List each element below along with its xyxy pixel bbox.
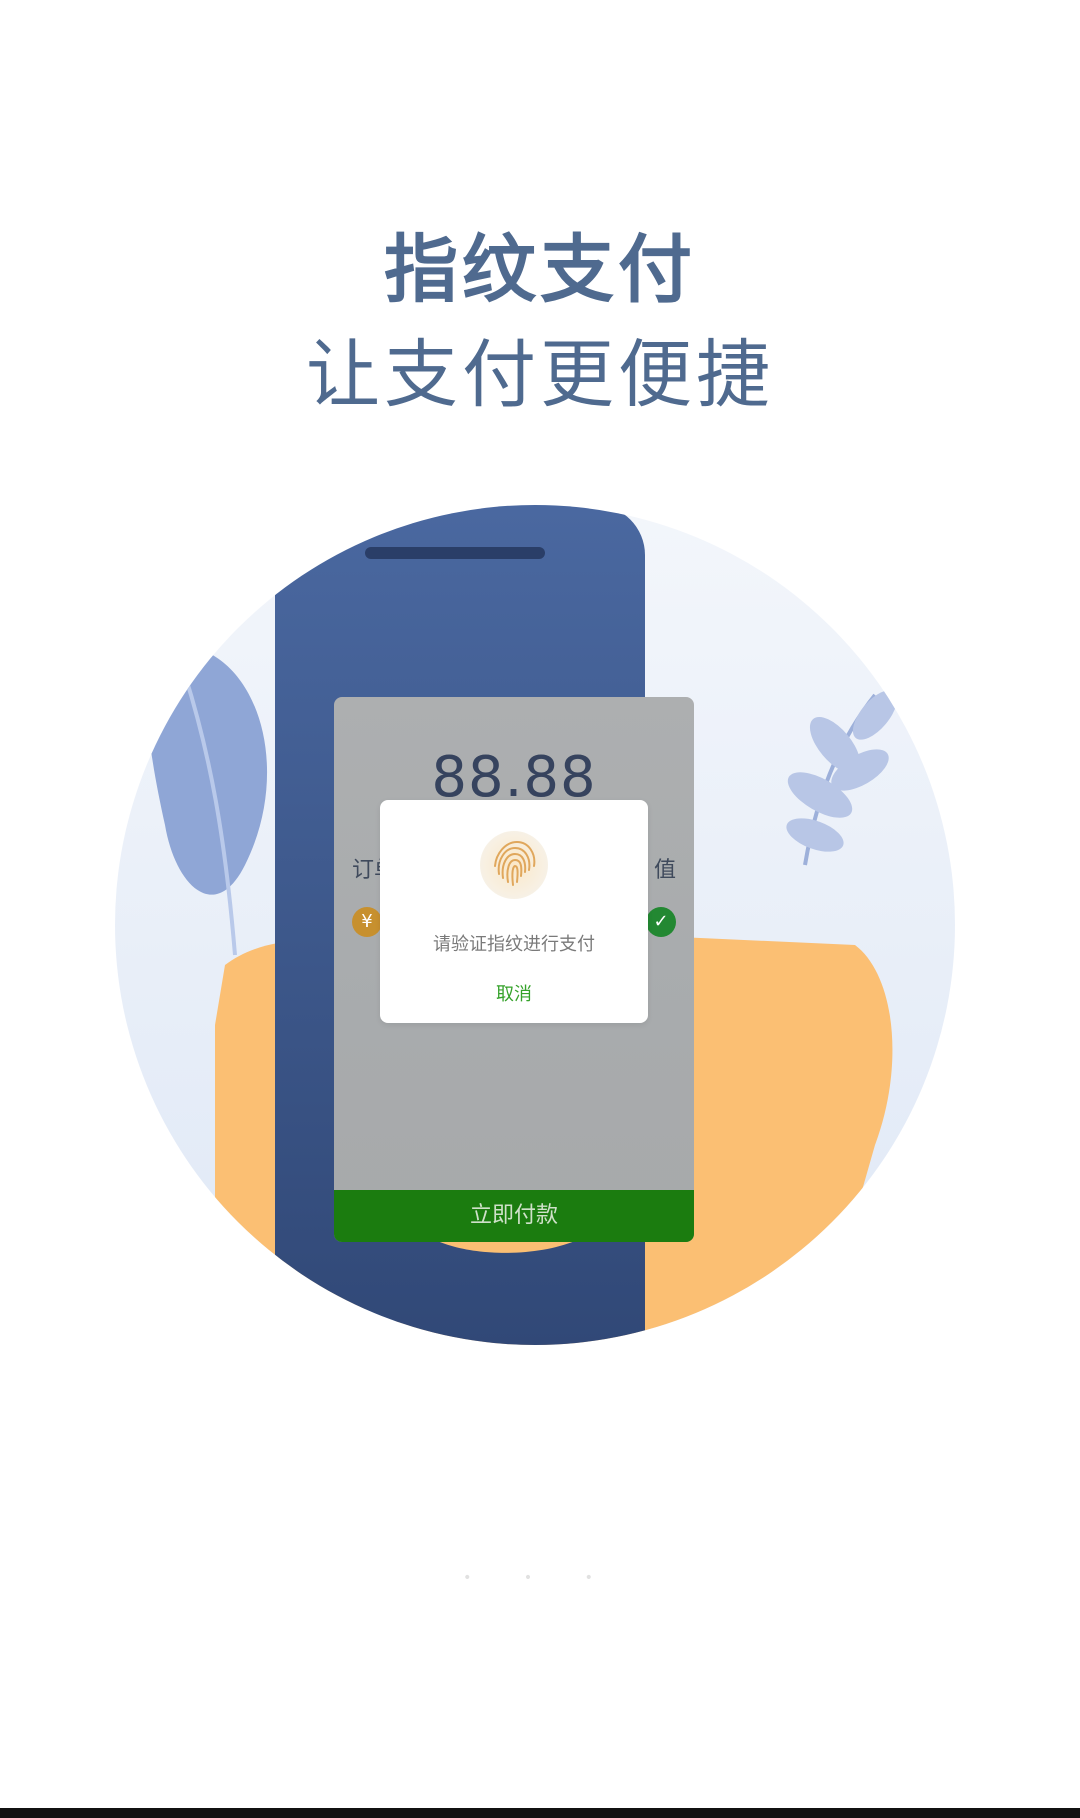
pay-now-button[interactable]: 立即付款	[334, 1190, 694, 1242]
fingerprint-icon	[480, 831, 548, 899]
page-subtitle: 让支付更便捷	[306, 332, 774, 418]
fingerprint-dialog: 请验证指纹进行支付 取消	[380, 800, 648, 1023]
coin-icon: ¥	[352, 907, 382, 937]
bottom-bar	[0, 1808, 1080, 1818]
cancel-button[interactable]: 取消	[380, 980, 648, 1006]
page-indicator: • • •	[463, 1570, 617, 1586]
check-icon: ✓	[646, 907, 676, 937]
page-title: 指纹支付	[384, 227, 696, 313]
verify-prompt: 请验证指纹进行支付	[433, 934, 595, 955]
value-label: 值	[653, 858, 676, 883]
